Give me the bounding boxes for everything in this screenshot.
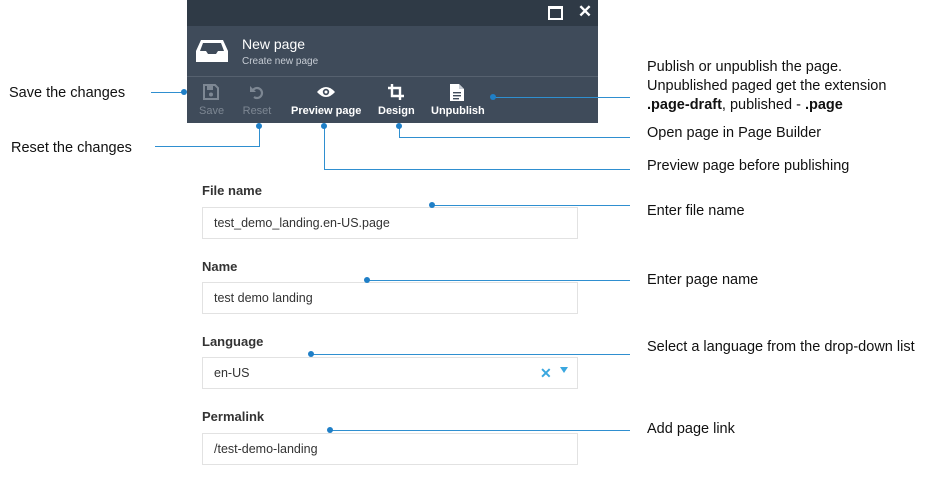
callout-file-name-line [432,205,630,206]
callout-permalink-dot [327,427,333,433]
callout-name-text: Enter page name [647,272,759,288]
callout-name-dot [364,277,370,283]
save-button-label: Save [199,105,225,117]
maximize-icon[interactable] [547,4,563,20]
close-icon[interactable]: ✕ [577,3,593,20]
clear-selection-icon[interactable]: ✕ [540,365,552,382]
callout-reset-dot [256,123,262,129]
callout-permalink-text: Add page link [647,421,735,437]
design-button-label: Design [378,105,415,117]
save-icon [203,84,219,100]
callout-design-line [399,137,630,138]
callout-file-name-dot [429,202,435,208]
undo-icon [250,86,264,100]
new-page-dialog-header: ✕ New page Create new page Save Reset Pr… [187,0,598,123]
callout-permalink-line [330,430,630,431]
callout-publish-line2: Unpublished paged get the extension [647,78,887,94]
callout-file-name-text: Enter file name [647,203,745,219]
callout-reset-text: Reset the changes [11,140,132,156]
unpublish-button-label: Unpublish [431,105,485,117]
eye-icon [317,87,335,97]
reset-button[interactable]: Reset [242,81,272,117]
callout-reset-line [155,146,259,147]
callout-publish-mid: , published - [721,97,805,113]
preview-page-button[interactable]: Preview page [291,81,361,117]
crop-icon [388,84,404,100]
callout-preview-dot [321,123,327,129]
page-extension: .page [804,97,843,113]
callout-language-text: Select a language from the drop-down lis… [647,339,915,355]
document-icon [450,83,464,101]
unpublish-button[interactable]: Unpublish [431,81,485,117]
dialog-titlebar [187,0,598,26]
callout-publish-line1: Publish or unpublish the page. [647,59,843,75]
language-select[interactable]: en-US [202,357,578,389]
callout-reset-vline [259,126,260,147]
save-button[interactable]: Save [199,81,225,117]
permalink-field[interactable]: /test-demo-landing [202,433,578,465]
callout-preview-line [324,169,630,170]
callout-save-text: Save the changes [9,85,126,101]
callout-preview-text: Preview page before publishing [647,158,850,174]
language-label: Language [202,334,264,349]
reset-button-label: Reset [242,105,272,117]
draft-extension: .page-draft [647,97,722,113]
callout-publish-line3: .page-draft, published - .page [647,96,932,115]
callout-publish-dot [490,94,496,100]
callout-name-line [367,280,630,281]
header-divider [187,76,598,77]
callout-design-text: Open page in Page Builder [647,125,822,141]
inbox-icon [196,40,228,62]
callout-save-dot [181,89,187,95]
dialog-subtitle: Create new page [242,56,319,67]
callout-language-line [311,354,630,355]
name-field[interactable]: test demo landing [202,282,578,314]
file-name-field[interactable]: test_demo_landing.en-US.page [202,207,578,239]
callout-preview-vline [324,126,325,169]
callout-language-dot [308,351,314,357]
preview-page-button-label: Preview page [291,105,362,117]
callout-publish-text: Publish or unpublish the page. Unpublish… [647,58,932,115]
callout-save-line [151,92,184,93]
design-button[interactable]: Design [378,81,415,117]
name-label: Name [202,259,238,274]
callout-publish-line [494,97,630,98]
dialog-title: New page [242,36,306,52]
permalink-label: Permalink [202,409,265,424]
callout-design-dot [396,123,402,129]
chevron-down-icon[interactable] [560,367,568,373]
file-name-label: File name [202,183,262,198]
